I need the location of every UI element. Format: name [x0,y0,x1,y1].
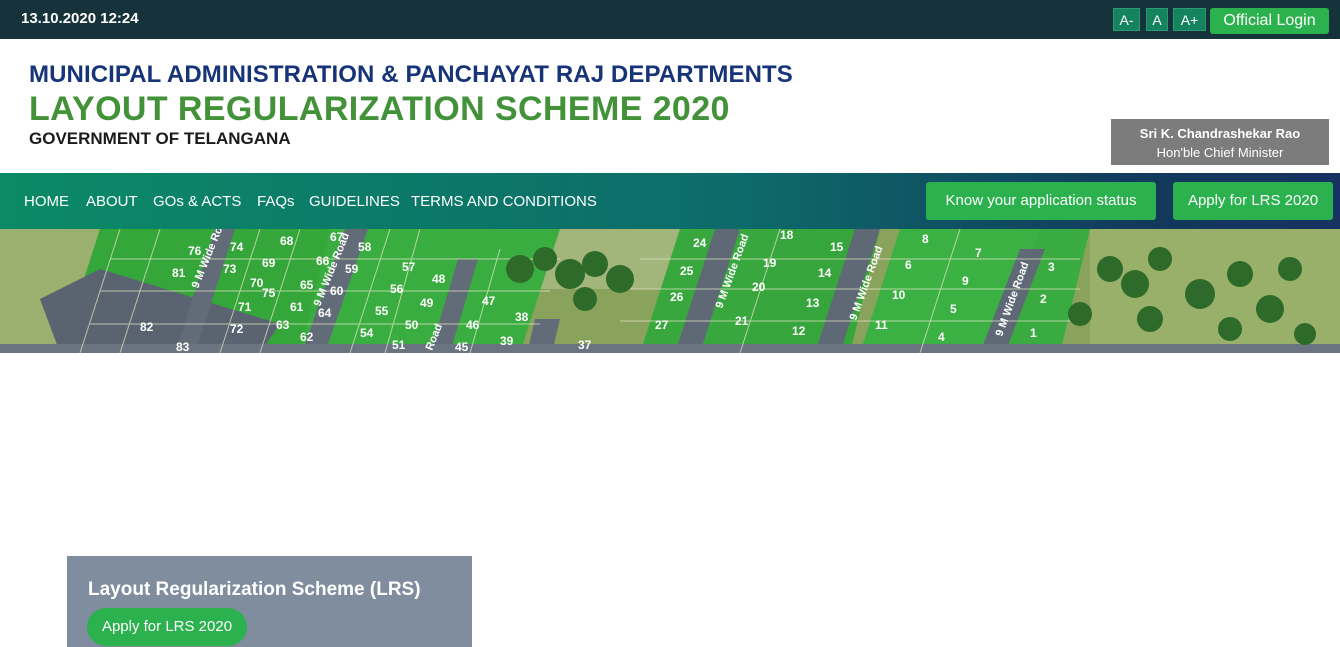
plot-number: 63 [276,318,290,332]
plot-number: 58 [358,240,372,254]
plot-number: 54 [360,326,374,340]
plot-number: 69 [262,256,276,270]
scheme-title: LAYOUT REGULARIZATION SCHEME 2020 [29,90,730,128]
layout-banner-image: 24 19 18 15 8 7 3 25 14 6 9 2 26 20 13 1… [0,229,1340,353]
plot-number: 25 [680,264,694,278]
plot-number: 5 [950,302,957,316]
site-header: MUNICIPAL ADMINISTRATION & PANCHAYAT RAJ… [0,39,1340,173]
plot-number: 64 [318,306,332,320]
plot-number: 38 [515,310,529,324]
plot-number: 14 [818,266,832,280]
nav-about[interactable]: ABOUT [86,193,138,210]
plot-number: 50 [405,318,419,332]
date-time: 13.10.2020 12:24 [21,10,139,27]
plot-number: 56 [390,282,404,296]
plot-number: 74 [230,240,244,254]
top-bar: 13.10.2020 12:24 A- A A+ Official Login [0,0,1340,39]
plot-number: 6 [905,258,912,272]
plot-number: 45 [455,340,469,353]
plot-number: 18 [780,229,794,242]
nav-faqs[interactable]: FAQs [257,193,295,210]
application-status-button[interactable]: Know your application status [926,182,1156,220]
apply-lrs-nav-button[interactable]: Apply for LRS 2020 [1173,182,1333,220]
plot-number: 46 [466,318,480,332]
plot-number: 57 [402,260,416,274]
plot-number: 65 [300,278,314,292]
main-navigation: HOME ABOUT GOs & ACTS FAQs GUIDELINES TE… [0,173,1340,229]
plot-number: 7 [975,246,982,260]
plot-number: 27 [655,318,669,332]
chief-minister-box: Sri K. Chandrashekar Rao Hon'ble Chief M… [1111,119,1329,165]
plot-number: 51 [392,338,406,352]
plot-number: 13 [806,296,820,310]
font-increase-button[interactable]: A+ [1173,8,1206,31]
plot-number: 20 [752,280,766,294]
nav-terms[interactable]: TERMS AND CONDITIONS [411,193,597,210]
plot-number: 15 [830,240,844,254]
cm-title: Hon'ble Chief Minister [1156,145,1284,160]
plot-number: 83 [176,340,190,353]
plot-number: 48 [432,272,446,286]
plot-number: 61 [290,300,304,314]
plot-number: 68 [280,234,294,248]
layout-aerial-illustration: 24 19 18 15 8 7 3 25 14 6 9 2 26 20 13 1… [0,229,1340,353]
nav-guidelines[interactable]: GUIDELINES [309,193,400,210]
font-decrease-button[interactable]: A- [1113,8,1140,31]
plot-number: 8 [922,232,929,246]
plot-number: 47 [482,294,496,308]
plot-number: 9 [962,274,969,288]
plot-number: 24 [693,236,707,250]
plot-number: 4 [938,330,945,344]
government-label: GOVERNMENT OF TELANGANA [29,129,291,148]
apply-lrs-card-button[interactable]: Apply for LRS 2020 [87,608,247,646]
plot-number: 26 [670,290,684,304]
plot-number: 81 [172,266,186,280]
plot-number: 12 [792,324,806,338]
lrs-card: Layout Regularization Scheme (LRS) Apply… [67,556,472,647]
plot-number: 59 [345,262,359,276]
plot-number: 72 [230,322,244,336]
plot-number: 21 [735,314,749,328]
plot-number: 1 [1030,326,1037,340]
plot-number: 60 [330,284,344,298]
plot-number: 62 [300,330,314,344]
plot-number: 82 [140,320,154,334]
plot-number: 37 [578,338,592,352]
department-title: MUNICIPAL ADMINISTRATION & PANCHAYAT RAJ… [29,61,793,88]
plot-number: 55 [375,304,389,318]
plot-number: 75 [262,286,276,300]
nav-home[interactable]: HOME [24,193,69,210]
lrs-card-title: Layout Regularization Scheme (LRS) [88,579,421,600]
plot-number: 19 [763,256,777,270]
cm-name: Sri K. Chandrashekar Rao [1139,126,1301,141]
plot-number: 10 [892,288,906,302]
official-login-button[interactable]: Official Login [1210,8,1329,34]
plot-number: 73 [223,262,237,276]
font-normal-button[interactable]: A [1146,8,1168,31]
nav-gos-acts[interactable]: GOs & ACTS [153,193,241,210]
plot-number: 39 [500,334,514,348]
plot-number: 49 [420,296,434,310]
plot-number: 11 [875,318,888,332]
plot-number: 71 [238,300,252,314]
plot-number: 3 [1048,260,1055,274]
plot-number: 76 [188,244,202,258]
plot-number: 2 [1040,292,1047,306]
